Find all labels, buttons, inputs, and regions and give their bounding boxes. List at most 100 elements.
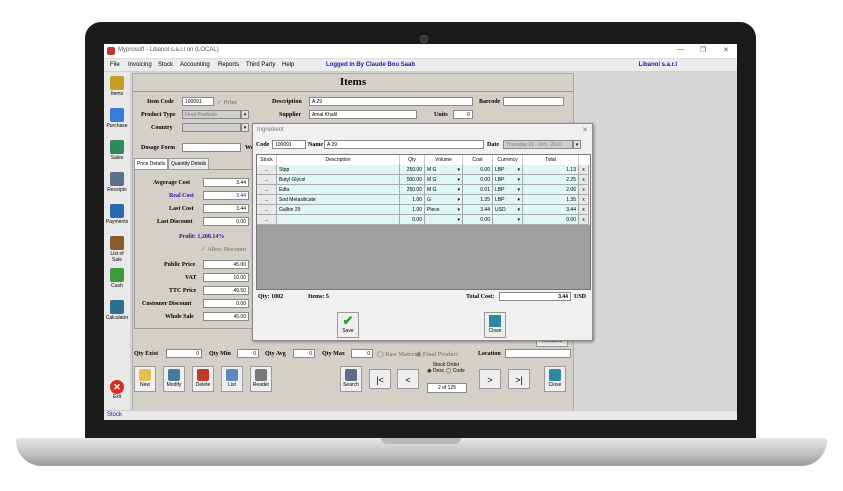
dialog-close-icon[interactable]: ✕ <box>582 126 588 134</box>
menu-accounting[interactable]: Accounting <box>180 62 210 68</box>
cell-cost[interactable]: 0.00 <box>463 165 493 175</box>
toolbar-calculator[interactable]: Calculator <box>105 298 129 328</box>
code-radio[interactable]: ◯ Code <box>446 368 465 374</box>
country-select[interactable] <box>182 123 241 132</box>
qty-min-field[interactable]: 0 <box>237 349 259 358</box>
customer-discount-field[interactable]: 0.00 <box>203 299 249 308</box>
save-button[interactable]: ✔ Save <box>337 312 359 338</box>
close-button[interactable]: Close <box>544 366 566 392</box>
chevron-down-icon[interactable]: ▾ <box>457 185 460 194</box>
dialog-date-field[interactable]: Thursday 21 - Oct - 2010 <box>503 140 573 149</box>
tab-quantity-details[interactable]: Quantity Details <box>168 158 210 169</box>
cell-description[interactable]: Stpp <box>277 165 400 175</box>
cell-qty[interactable]: 250.00 <box>400 185 425 195</box>
cell-currency[interactable]: LBP ▾ <box>493 185 523 195</box>
cell-volume[interactable]: M G ▾ <box>425 185 463 195</box>
location-field[interactable] <box>505 349 571 358</box>
tab-price-details[interactable]: Price Details <box>134 158 169 169</box>
vat-field[interactable]: 10.00 <box>203 273 249 282</box>
menu-help[interactable]: Help <box>282 62 294 68</box>
stock-lookup-button[interactable]: ... <box>257 185 277 195</box>
toolbar-sales[interactable]: Sales <box>105 138 129 168</box>
delete-button[interactable]: Delete <box>192 366 214 392</box>
dosage-form-field[interactable] <box>182 143 241 152</box>
chevron-down-icon[interactable]: ▾ <box>517 195 520 204</box>
cell-qty[interactable]: 1.00 <box>400 205 425 215</box>
toolbar-purchase[interactable]: Purchase <box>105 106 129 136</box>
dialog-code-field[interactable]: 100091 <box>272 140 306 149</box>
chevron-down-icon[interactable]: ▾ <box>457 205 460 214</box>
chevron-down-icon[interactable]: ▾ <box>517 175 520 184</box>
stock-lookup-button[interactable]: ... <box>257 205 277 215</box>
toolbar-cash[interactable]: Cash <box>105 266 129 296</box>
chevron-down-icon[interactable]: ▾ <box>517 165 520 174</box>
qty-avg-field[interactable]: 0 <box>293 349 315 358</box>
supplier-field[interactable]: Amal Khalil <box>309 110 417 119</box>
cell-description[interactable] <box>277 215 400 225</box>
final-product-radio[interactable]: ◉ Final Product <box>416 351 458 358</box>
cell-currency[interactable]: ▾ <box>493 215 523 225</box>
delete-row-icon[interactable]: x <box>579 165 589 175</box>
exit-button[interactable]: ✕ Exit <box>106 380 128 408</box>
previous-record-button[interactable]: < <box>397 369 419 389</box>
cell-qty[interactable]: 500.00 <box>400 175 425 185</box>
stock-lookup-button[interactable]: ... <box>257 175 277 185</box>
cell-currency[interactable]: LBP ▾ <box>493 195 523 205</box>
product-type-select[interactable]: Final Products <box>182 110 241 119</box>
close-window-button[interactable]: ✕ <box>723 46 729 54</box>
item-code-field[interactable]: 100091 <box>182 97 214 106</box>
chevron-down-icon[interactable]: ▾ <box>457 215 460 224</box>
calendar-dropdown-icon[interactable]: ▾ <box>573 140 581 149</box>
next-record-button[interactable]: > <box>479 369 501 389</box>
chevron-down-icon[interactable]: ▾ <box>457 175 460 184</box>
cell-volume[interactable]: M G ▾ <box>425 165 463 175</box>
delete-row-icon[interactable]: x <box>579 185 589 195</box>
cell-qty[interactable]: 0.00 <box>400 215 425 225</box>
units-field[interactable]: 0 <box>453 110 473 119</box>
cell-volume[interactable]: ▾ <box>425 215 463 225</box>
first-record-button[interactable]: |< <box>369 369 391 389</box>
cell-cost[interactable]: 0.00 <box>463 175 493 185</box>
allow-discount-checkbox[interactable]: ✓ Allow Discount <box>201 246 246 253</box>
description-field[interactable]: A 29 <box>309 97 473 106</box>
dialog-name-field[interactable]: A 29 <box>324 140 484 149</box>
cell-cost[interactable]: 0.01 <box>463 185 493 195</box>
stock-lookup-button[interactable]: ... <box>257 165 277 175</box>
cell-cost[interactable]: 1.35 <box>463 195 493 205</box>
whole-sale-field[interactable]: 45.00 <box>203 312 249 321</box>
minimize-button[interactable]: — <box>677 46 684 53</box>
stock-lookup-button[interactable]: ... <box>257 215 277 225</box>
menu-third-party[interactable]: Third Party <box>246 62 275 68</box>
chevron-down-icon[interactable]: ▾ <box>241 110 249 119</box>
maximize-button[interactable]: ❐ <box>700 46 706 54</box>
chevron-down-icon[interactable]: ▾ <box>517 205 520 214</box>
barcode-field[interactable] <box>503 97 564 106</box>
reader-button[interactable]: Reader <box>250 366 272 392</box>
delete-row-icon[interactable]: x <box>579 205 589 215</box>
menu-invoicing[interactable]: Invoicing <box>128 62 152 68</box>
cell-volume[interactable]: G ▾ <box>425 195 463 205</box>
search-button[interactable]: Search <box>340 366 362 392</box>
chevron-down-icon[interactable]: ▾ <box>457 165 460 174</box>
print-checkbox[interactable]: ✓ Print <box>217 99 237 106</box>
cell-description[interactable]: Edta <box>277 185 400 195</box>
qty-max-field[interactable]: 0 <box>351 349 373 358</box>
cell-currency[interactable]: LBP ▾ <box>493 165 523 175</box>
dialog-close-button[interactable]: Close <box>484 312 506 338</box>
cell-description[interactable]: Butyl Glycol <box>277 175 400 185</box>
desc-radio[interactable]: ◉ Desc <box>427 368 444 374</box>
stock-lookup-button[interactable]: ... <box>257 195 277 205</box>
chevron-down-icon[interactable]: ▾ <box>517 185 520 194</box>
cell-currency[interactable]: LBP ▾ <box>493 175 523 185</box>
cell-currency[interactable]: USD ▾ <box>493 205 523 215</box>
cell-description[interactable]: Gallon 29 <box>277 205 400 215</box>
public-price-field[interactable]: 45.00 <box>203 260 249 269</box>
toolbar-list-of-sale[interactable]: List of Sale <box>105 234 129 264</box>
cell-volume[interactable]: M G ▾ <box>425 175 463 185</box>
modify-button[interactable]: Modify <box>163 366 185 392</box>
chevron-down-icon[interactable]: ▾ <box>457 195 460 204</box>
delete-row-icon[interactable]: x <box>579 215 589 225</box>
cell-cost[interactable]: 0.00 <box>463 215 493 225</box>
menu-stock[interactable]: Stock <box>158 62 173 68</box>
toolbar-receipts[interactable]: Receipts <box>105 170 129 200</box>
